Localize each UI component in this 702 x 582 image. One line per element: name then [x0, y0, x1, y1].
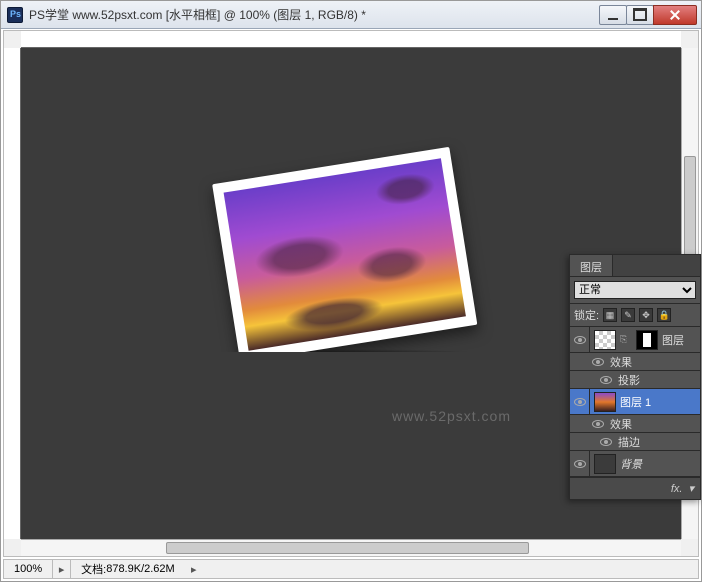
visibility-toggle[interactable] — [570, 327, 590, 352]
lock-pixels-icon[interactable]: ✎ — [621, 308, 635, 322]
layer-effect-item[interactable]: 投影 — [570, 371, 700, 389]
blend-mode-select[interactable]: 正常 — [574, 281, 696, 299]
close-button[interactable] — [653, 5, 697, 25]
maximize-button[interactable] — [626, 5, 654, 25]
tab-layers[interactable]: 图层 — [570, 255, 613, 276]
layer-name[interactable]: 背景 — [620, 456, 642, 472]
effect-name: 描边 — [618, 434, 640, 450]
zoom-menu-arrow[interactable]: ▸ — [53, 560, 71, 578]
eye-icon — [574, 398, 586, 406]
window-titlebar: PS学堂 www.52psxt.com [水平相框] @ 100% (图层 1,… — [1, 1, 701, 29]
ruler-vertical[interactable] — [4, 48, 21, 539]
layer-name[interactable]: 图层 1 — [620, 394, 651, 410]
window-controls — [600, 5, 697, 25]
watermark-text: www.52psxt.com — [392, 408, 511, 424]
status-bar: 100% ▸ 文档: 878.9K/2.62M ▸ — [3, 559, 699, 579]
lock-transparency-icon[interactable]: ▦ — [603, 308, 617, 322]
scrollbar-thumb[interactable] — [166, 542, 529, 554]
layer-effect-item[interactable]: 描边 — [570, 433, 700, 451]
photo-frame — [212, 146, 477, 361]
layer-effects-row[interactable]: 效果 — [570, 353, 700, 371]
blend-mode-row: 正常 — [570, 277, 700, 304]
eye-icon[interactable] — [592, 420, 604, 428]
doc-size-label: 文档: — [81, 561, 106, 577]
layer-row[interactable]: ⎘ 图层 — [570, 327, 700, 353]
panel-footer: fx. ▾ — [570, 477, 700, 499]
zoom-level[interactable]: 100% — [4, 560, 53, 578]
lock-row: 锁定: ▦ ✎ ✥ 🔒 — [570, 304, 700, 327]
eye-icon[interactable] — [600, 438, 612, 446]
footer-arrow-icon[interactable]: ▾ — [688, 482, 694, 495]
photoshop-icon — [7, 7, 23, 23]
fx-button[interactable]: fx. — [671, 483, 683, 495]
effects-label: 效果 — [610, 416, 632, 432]
layer-row[interactable]: 图层 1 — [570, 389, 700, 415]
eye-icon — [574, 460, 586, 468]
ruler-horizontal[interactable] — [21, 31, 681, 48]
doc-size-value: 878.9K/2.62M — [106, 563, 175, 575]
minimize-button[interactable] — [599, 5, 627, 25]
link-icon: ⎘ — [620, 333, 630, 347]
lock-label: 锁定: — [574, 307, 599, 323]
layer-mask-thumbnail[interactable] — [636, 330, 658, 350]
layer-row[interactable]: 背景 — [570, 451, 700, 477]
docinfo-menu-arrow[interactable]: ▸ — [185, 560, 203, 578]
photo-border — [212, 146, 477, 361]
panel-tabs: 图层 — [570, 255, 700, 277]
effects-label: 效果 — [610, 354, 632, 370]
layers-panel: 图层 正常 锁定: ▦ ✎ ✥ 🔒 ⎘ 图层 效果 投影 图层 1 效果 — [569, 254, 701, 500]
eye-icon — [574, 336, 586, 344]
lock-all-icon[interactable]: 🔒 — [657, 308, 671, 322]
eye-icon[interactable] — [592, 358, 604, 366]
visibility-toggle[interactable] — [570, 451, 590, 476]
window-title: PS学堂 www.52psxt.com [水平相框] @ 100% (图层 1,… — [29, 6, 600, 23]
visibility-toggle[interactable] — [570, 389, 590, 414]
layer-thumbnail[interactable] — [594, 392, 616, 412]
layer-name[interactable]: 图层 — [662, 332, 684, 348]
layer-thumbnail[interactable] — [594, 454, 616, 474]
eye-icon[interactable] — [600, 376, 612, 384]
layer-effects-row[interactable]: 效果 — [570, 415, 700, 433]
lock-position-icon[interactable]: ✥ — [639, 308, 653, 322]
effect-name: 投影 — [618, 372, 640, 388]
layer-thumbnail[interactable] — [594, 330, 616, 350]
horizontal-scrollbar[interactable] — [21, 539, 681, 556]
photo-image — [224, 158, 466, 350]
